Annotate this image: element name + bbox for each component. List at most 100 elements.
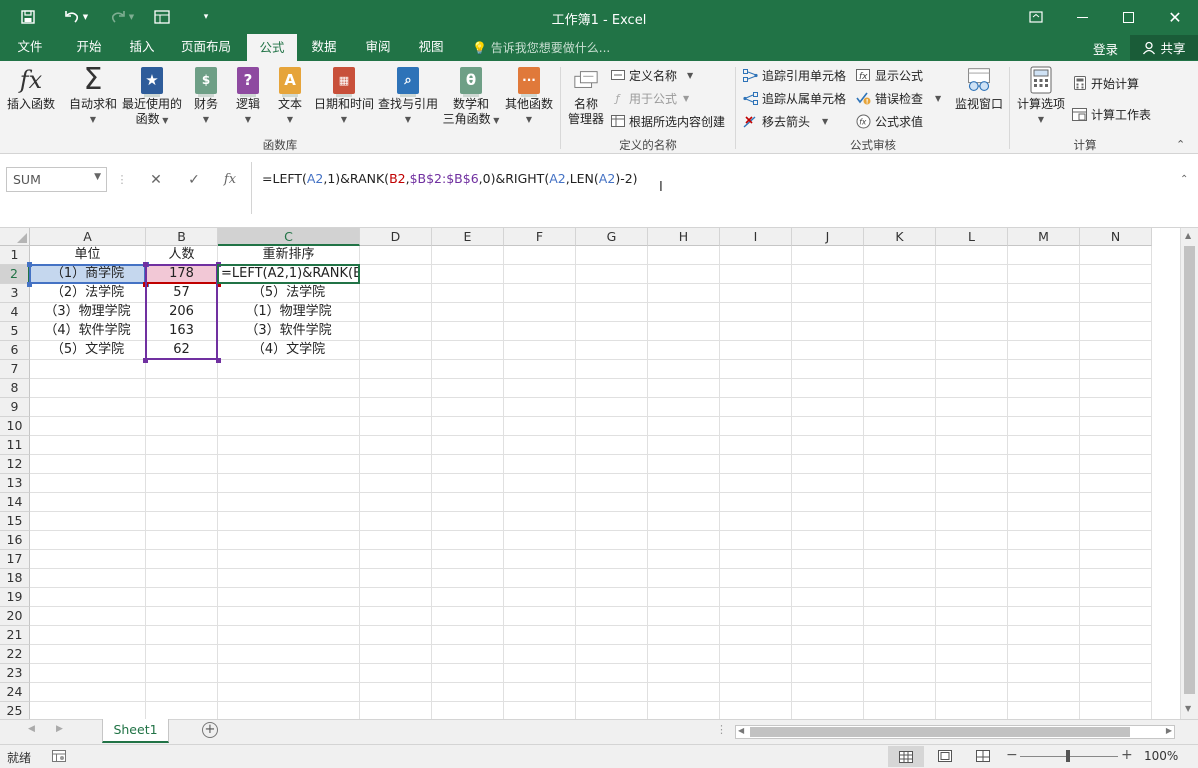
cell-c4[interactable]: （1）物理学院 <box>218 303 360 322</box>
cell-l12[interactable] <box>936 455 1008 474</box>
row-header-19[interactable]: 19 <box>0 588 30 607</box>
tab-insert[interactable]: 插入 <box>118 34 166 61</box>
cell-d15[interactable] <box>360 512 432 531</box>
calculate-sheet-button[interactable]: 计算工作表 <box>1072 105 1151 123</box>
cell-l9[interactable] <box>936 398 1008 417</box>
cell-k22[interactable] <box>864 645 936 664</box>
cell-i13[interactable] <box>720 474 792 493</box>
cell-c17[interactable] <box>218 550 360 569</box>
cell-n7[interactable] <box>1080 360 1152 379</box>
row-header-7[interactable]: 7 <box>0 360 30 379</box>
cell-a1[interactable]: 单位 <box>30 246 146 265</box>
cell-e6[interactable] <box>432 341 504 360</box>
cell-m2[interactable] <box>1008 265 1080 284</box>
calculation-options-button[interactable]: 计算选项 ▼ <box>1013 65 1069 127</box>
next-sheet-icon[interactable]: ▶ <box>56 724 63 734</box>
cell-d2[interactable] <box>360 265 432 284</box>
cell-a23[interactable] <box>30 664 146 683</box>
cell-k20[interactable] <box>864 607 936 626</box>
cell-d6[interactable] <box>360 341 432 360</box>
cell-h1[interactable] <box>648 246 720 265</box>
column-header-g[interactable]: G <box>576 228 648 246</box>
cell-j21[interactable] <box>792 626 864 645</box>
cell-k14[interactable] <box>864 493 936 512</box>
cell-n4[interactable] <box>1080 303 1152 322</box>
cell-m15[interactable] <box>1008 512 1080 531</box>
cell-h6[interactable] <box>648 341 720 360</box>
zoom-level[interactable]: 100% <box>1144 749 1178 763</box>
cell-h3[interactable] <box>648 284 720 303</box>
cell-l11[interactable] <box>936 436 1008 455</box>
cell-b22[interactable] <box>146 645 218 664</box>
column-header-d[interactable]: D <box>360 228 432 246</box>
scroll-right-icon[interactable]: ▶ <box>1166 726 1172 735</box>
cell-a7[interactable] <box>30 360 146 379</box>
cell-l23[interactable] <box>936 664 1008 683</box>
cell-j11[interactable] <box>792 436 864 455</box>
cell-m3[interactable] <box>1008 284 1080 303</box>
cell-f13[interactable] <box>504 474 576 493</box>
cell-h20[interactable] <box>648 607 720 626</box>
tab-split-grip-icon[interactable]: ⋮ <box>716 723 727 736</box>
cell-n22[interactable] <box>1080 645 1152 664</box>
cell-c21[interactable] <box>218 626 360 645</box>
cell-i14[interactable] <box>720 493 792 512</box>
cell-n3[interactable] <box>1080 284 1152 303</box>
cell-b3[interactable]: 57 <box>146 284 218 303</box>
cell-b19[interactable] <box>146 588 218 607</box>
cell-f22[interactable] <box>504 645 576 664</box>
cell-a2[interactable]: （1）商学院 <box>30 265 146 284</box>
row-header-10[interactable]: 10 <box>0 417 30 436</box>
row-header-17[interactable]: 17 <box>0 550 30 569</box>
cell-b12[interactable] <box>146 455 218 474</box>
cell-k17[interactable] <box>864 550 936 569</box>
cell-l8[interactable] <box>936 379 1008 398</box>
cell-c9[interactable] <box>218 398 360 417</box>
cell-l5[interactable] <box>936 322 1008 341</box>
cell-f15[interactable] <box>504 512 576 531</box>
cell-g23[interactable] <box>576 664 648 683</box>
cell-i7[interactable] <box>720 360 792 379</box>
cell-d16[interactable] <box>360 531 432 550</box>
cell-f19[interactable] <box>504 588 576 607</box>
cell-m20[interactable] <box>1008 607 1080 626</box>
column-header-i[interactable]: I <box>720 228 792 246</box>
cell-f16[interactable] <box>504 531 576 550</box>
cell-j8[interactable] <box>792 379 864 398</box>
cell-h19[interactable] <box>648 588 720 607</box>
cell-l25[interactable] <box>936 702 1008 719</box>
cell-d13[interactable] <box>360 474 432 493</box>
expand-formula-bar-icon[interactable]: ⌃ <box>1180 174 1188 185</box>
cell-j13[interactable] <box>792 474 864 493</box>
cell-d21[interactable] <box>360 626 432 645</box>
cell-g11[interactable] <box>576 436 648 455</box>
cell-l20[interactable] <box>936 607 1008 626</box>
cell-c14[interactable] <box>218 493 360 512</box>
sign-in-link[interactable]: 登录 <box>1093 39 1118 58</box>
cell-d22[interactable] <box>360 645 432 664</box>
tab-home[interactable]: 开始 <box>64 34 114 61</box>
minimize-icon[interactable] <box>1059 0 1105 34</box>
cell-c20[interactable] <box>218 607 360 626</box>
row-header-9[interactable]: 9 <box>0 398 30 417</box>
cell-n15[interactable] <box>1080 512 1152 531</box>
cell-j10[interactable] <box>792 417 864 436</box>
close-icon[interactable]: ✕ <box>1152 0 1198 34</box>
cell-a14[interactable] <box>30 493 146 512</box>
cell-k25[interactable] <box>864 702 936 719</box>
cell-n23[interactable] <box>1080 664 1152 683</box>
cell-m14[interactable] <box>1008 493 1080 512</box>
vertical-scrollbar[interactable]: ▲ ▼ <box>1180 228 1198 719</box>
enter-icon[interactable]: ✓ <box>180 167 208 192</box>
cell-b6[interactable]: 62 <box>146 341 218 360</box>
cell-f7[interactable] <box>504 360 576 379</box>
row-header-5[interactable]: 5 <box>0 322 30 341</box>
cell-a24[interactable] <box>30 683 146 702</box>
cell-j14[interactable] <box>792 493 864 512</box>
scroll-left-icon[interactable]: ◀ <box>738 726 744 735</box>
row-header-23[interactable]: 23 <box>0 664 30 683</box>
cell-l1[interactable] <box>936 246 1008 265</box>
cell-d19[interactable] <box>360 588 432 607</box>
row-header-2[interactable]: 2 <box>0 265 30 284</box>
tab-data[interactable]: 数据 <box>300 34 348 61</box>
